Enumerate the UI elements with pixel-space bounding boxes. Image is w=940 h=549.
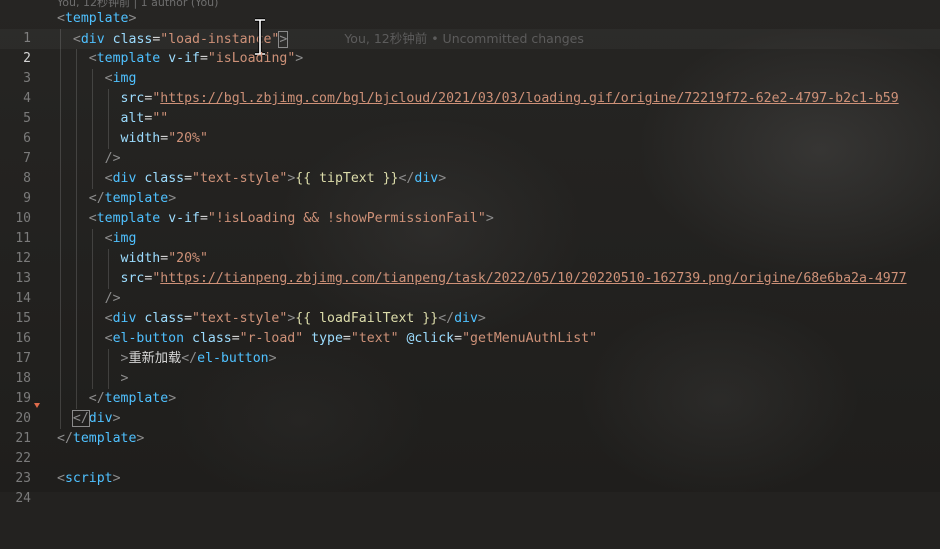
code-line[interactable]: 4 <img	[0, 69, 940, 106]
code-line[interactable]: 1 <template>	[0, 9, 940, 46]
code-line[interactable]: 9 <div class="text-style">{{ tipText }}<…	[0, 169, 940, 206]
code-line[interactable]: 23	[0, 449, 940, 486]
code-line[interactable]: 15 />	[0, 289, 940, 326]
code-editor[interactable]: 1 <template> 2 <div class="load-instance…	[0, 9, 940, 506]
code-line[interactable]: 17 <el-button class="r-load" type="text"…	[0, 329, 940, 366]
code-line[interactable]: 13 width="20%"	[0, 249, 940, 286]
code-line-current[interactable]: 2 <div class="load-instance"> You, 12秒钟前 …	[0, 18, 940, 66]
text-caret	[287, 31, 289, 47]
code-line[interactable]: 14 src="https://tianpeng.zbjimg.com/tian…	[0, 269, 940, 306]
code-line[interactable]: 6 alt=""	[0, 109, 940, 146]
code-line[interactable]: 3 <template v-if="isLoading">	[0, 49, 940, 86]
line-number: 24	[15, 491, 31, 506]
inline-blame: You, 12秒钟前 • Uncommitted changes	[344, 31, 584, 46]
code-line[interactable]: 11 <template v-if="!isLoading && !showPe…	[0, 209, 940, 246]
git-deleted-marker-icon	[34, 403, 40, 408]
code-line[interactable]: 20 </template>	[0, 389, 940, 426]
code-line[interactable]: 16 <div class="text-style">{{ loadFailTe…	[0, 309, 940, 346]
code-line[interactable]: 24 <script>	[0, 469, 940, 506]
code-line[interactable]: 22 </template>	[0, 429, 940, 466]
code-line[interactable]: 7 width="20%"	[0, 129, 940, 166]
code-line[interactable]: 19 >	[0, 369, 940, 406]
code-line[interactable]: 8 />	[0, 149, 940, 186]
fail-png-link[interactable]: https://tianpeng.zbjimg.com/tianpeng/tas…	[160, 271, 906, 286]
blame-header: You, 12秒钟前 | 1 author (You)	[57, 0, 219, 9]
code-line[interactable]: 10 </template>	[0, 189, 940, 226]
code-line[interactable]: 12 <img	[0, 229, 940, 266]
loading-gif-link[interactable]: https://bgl.zbjimg.com/bgl/bjcloud/2021/…	[160, 91, 898, 106]
code-line[interactable]: 5 src="https://bgl.zbjimg.com/bgl/bjclou…	[0, 89, 940, 126]
code-line[interactable]: 21 </div>	[0, 409, 940, 446]
code-line[interactable]: 18 >重新加载</el-button>	[0, 349, 940, 386]
